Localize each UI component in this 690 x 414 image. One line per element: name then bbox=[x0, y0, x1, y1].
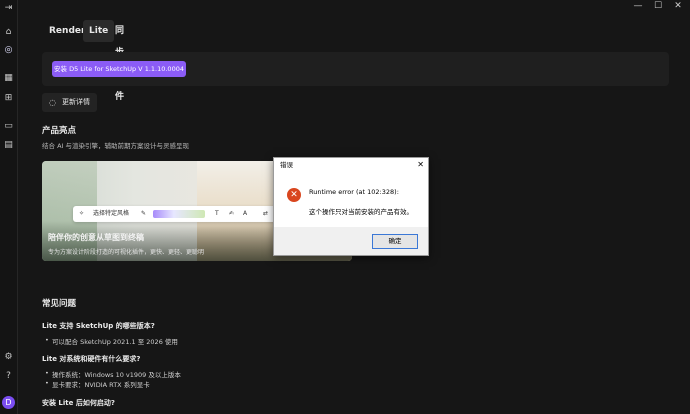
dialog-error-line: Runtime error (at 102:328): bbox=[309, 188, 399, 196]
apps-icon[interactable]: ⊞ bbox=[3, 93, 14, 104]
error-icon: ✕ bbox=[287, 188, 301, 202]
dialog-titlebar: 错误 ✕ bbox=[274, 158, 428, 172]
home-icon[interactable]: ⌂ bbox=[3, 27, 14, 38]
install-panel: 安装 D5 Lite for SketchUp V 1.1.10.0004 bbox=[42, 52, 669, 86]
adjust-icon: ⇄ bbox=[263, 210, 269, 217]
text-icon: T bbox=[215, 210, 219, 217]
banner-title: 陪伴你的创意从草图到终稿 bbox=[48, 233, 144, 242]
faq-answer: • 可以配合 SketchUp 2021.1 至 2026 使用 bbox=[45, 336, 178, 346]
toolbar-label: 选择特定风格 bbox=[93, 210, 130, 217]
close-icon[interactable]: ✕ bbox=[417, 158, 424, 172]
plugin-icon[interactable]: ◎ bbox=[3, 45, 14, 56]
color-gradient bbox=[153, 210, 205, 218]
highlights-subtitle: 结合 AI 与渲染引擎，辅助前期方案设计与灵感呈现 bbox=[42, 142, 189, 150]
assets-icon[interactable]: ▦ bbox=[3, 73, 14, 84]
dialog-message: 这个操作只对当前安装的产品有效。 bbox=[309, 208, 413, 216]
install-button[interactable]: 安装 D5 Lite for SketchUp V 1.1.10.0004 bbox=[52, 61, 186, 77]
dialog-body: ✕ Runtime error (at 102:328): 这个操作只对当前安装… bbox=[274, 172, 428, 227]
avatar[interactable]: D bbox=[2, 396, 15, 409]
chat-icon: ◌ bbox=[49, 98, 56, 107]
changelog-label: 更新详情 bbox=[62, 98, 90, 106]
changelog-button[interactable]: ◌ 更新详情 bbox=[42, 93, 97, 112]
faq-question-2: Lite 对系统和硬件有什么要求? bbox=[42, 355, 141, 363]
error-dialog: 错误 ✕ ✕ Runtime error (at 102:328): 这个操作只… bbox=[273, 157, 429, 256]
banner-toolbar: ✧ 选择特定风格 ✎ T ✍ A ⇄ bbox=[73, 206, 283, 222]
font-icon: A bbox=[243, 210, 248, 217]
help-icon[interactable]: ? bbox=[3, 371, 14, 382]
faq-question-3: 安装 Lite 后如何启动? bbox=[42, 399, 115, 407]
collapse-icon[interactable]: ⇥ bbox=[3, 3, 14, 14]
faq-answer: • 操作系统：Windows 10 v1909 及以上版本 bbox=[45, 369, 181, 379]
window-icon[interactable]: ▭ bbox=[3, 121, 14, 132]
faq-answer: • 显卡要求：NVIDIA RTX 系列显卡 bbox=[45, 379, 150, 389]
faq-question-1: Lite 支持 SketchUp 的哪些版本? bbox=[42, 322, 155, 330]
faq-title: 常见问题 bbox=[42, 299, 77, 309]
tab-sync-plugin[interactable]: 同步插件 bbox=[109, 20, 130, 102]
pen-icon: ✍ bbox=[229, 210, 235, 217]
settings-icon[interactable]: ⚙ bbox=[3, 352, 14, 363]
brush-icon: ✎ bbox=[141, 210, 147, 217]
sparkle-icon: ✧ bbox=[79, 210, 85, 217]
dialog-title: 错误 bbox=[280, 161, 293, 169]
highlights-title: 产品亮点 bbox=[42, 126, 77, 136]
folder-icon[interactable]: ▤ bbox=[3, 140, 14, 151]
banner-subtitle: 专为方案设计阶段打造的可视化插件，更快、更轻、更聪明 bbox=[48, 249, 205, 256]
sidebar: ⇥ ⌂ ◎ ▦ ⊞ ▭ ▤ ⚙ ? D bbox=[0, 0, 18, 414]
ok-button[interactable]: 确定 bbox=[372, 234, 418, 249]
